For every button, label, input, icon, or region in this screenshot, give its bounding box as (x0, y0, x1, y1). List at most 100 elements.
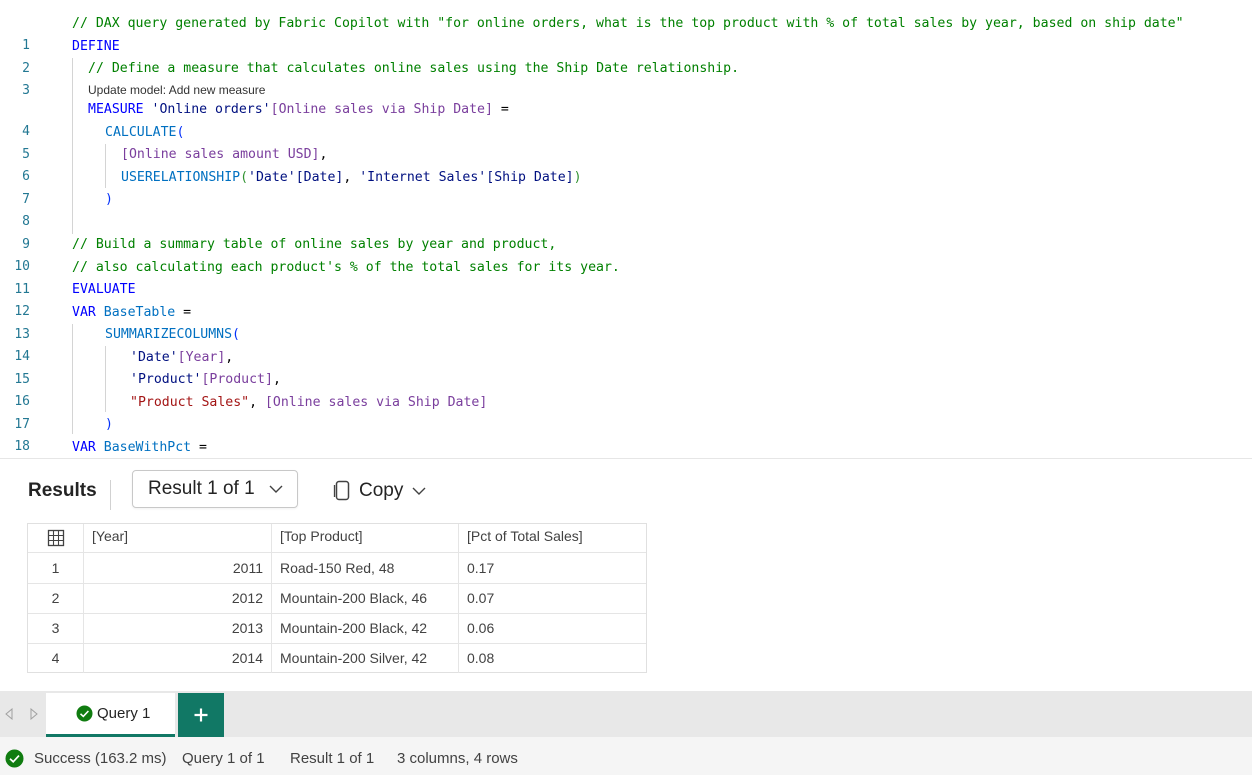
code-line: 4 MEASURE 'Online orders'[Online sales v… (0, 99, 1252, 139)
code-line: 10 // Build a summary table of online sa… (0, 234, 1252, 274)
paren: ( (176, 125, 185, 140)
query-tabs-bar: Query 1 (0, 691, 1252, 737)
keyword-evaluate: EVALUATE (72, 282, 136, 297)
code-comment: // DAX query generated by Fabric Copilot… (72, 16, 1184, 31)
results-grid[interactable]: [Year] [Top Product] [Pct of Total Sales… (27, 523, 647, 673)
comma: , (319, 147, 328, 162)
table-row[interactable]: 2 2012 Mountain-200 Black, 46 0.07 (28, 583, 646, 614)
code-line: 16 'Product'[Product], (0, 369, 1252, 409)
result-selector-dropdown[interactable]: Result 1 of 1 (132, 470, 298, 508)
keyword-measure: MEASURE (88, 102, 144, 117)
paren: ) (105, 417, 113, 432)
variable-name: BaseWithPct (95, 440, 192, 455)
comma: , (249, 395, 265, 410)
cell-top-product[interactable]: Mountain-200 Silver, 42 (272, 643, 459, 673)
function-name: CALCULATE (105, 125, 177, 140)
row-index: 1 (28, 553, 84, 583)
operator: = (191, 440, 207, 455)
cell-top-product[interactable]: Mountain-200 Black, 42 (272, 613, 459, 643)
table-row[interactable]: 1 2011 Road-150 Red, 48 0.17 (28, 553, 646, 584)
table-reference: 'Product' (130, 372, 202, 387)
table-row[interactable]: 4 2014 Mountain-200 Silver, 42 0.08 (28, 643, 646, 673)
cell-year[interactable]: 2011 (84, 553, 272, 583)
results-header: Results Result 1 of 1 Copy (0, 462, 1252, 522)
column-reference: [Date] (295, 170, 344, 185)
code-line: 14 SUMMARIZECOLUMNS( (0, 324, 1252, 364)
paren: ) (573, 170, 582, 185)
cell-pct[interactable]: 0.06 (459, 613, 646, 643)
paren: ( (232, 327, 240, 342)
status-success: Success (163.2 ms) (34, 750, 167, 767)
keyword-var: VAR (72, 440, 96, 455)
success-check-icon (76, 705, 93, 722)
comma: , (225, 350, 234, 365)
cell-year[interactable]: 2013 (84, 613, 272, 643)
table-row[interactable]: 3 2013 Mountain-200 Black, 42 0.06 (28, 613, 646, 644)
dax-query-editor[interactable]: 1 // DAX query generated by Fabric Copil… (0, 0, 1252, 459)
comma: , (343, 170, 360, 185)
cell-year[interactable]: 2014 (84, 643, 272, 673)
scroll-left-icon[interactable] (5, 707, 13, 725)
variable-name: BaseTable (95, 305, 176, 320)
operator: = (492, 102, 509, 117)
row-index: 2 (28, 583, 84, 613)
code-line: 17 "Product Sales", [Online sales via Sh… (0, 392, 1252, 432)
tab-label: Query 1 (97, 705, 151, 722)
paren: ) (105, 192, 113, 207)
comma: , (272, 372, 281, 387)
code-line: 2 DEFINE (0, 36, 1252, 76)
code-line: 5 CALCULATE( (0, 122, 1252, 162)
code-line: 8 ) (0, 189, 1252, 229)
operator: = (175, 305, 192, 320)
copy-icon (333, 480, 351, 502)
code-line: 6 [Online sales amount USD], (0, 144, 1252, 184)
cell-top-product[interactable]: Mountain-200 Black, 46 (272, 583, 459, 613)
code-comment: // Build a summary table of online sales… (72, 237, 557, 252)
paren: ( (240, 170, 249, 185)
column-header-top-product[interactable]: [Top Product] (272, 524, 459, 552)
tab-query-1[interactable]: Query 1 (46, 693, 175, 737)
cell-top-product[interactable]: Road-150 Red, 48 (272, 553, 459, 583)
copy-button[interactable]: Copy (333, 479, 426, 503)
cell-pct[interactable]: 0.07 (459, 583, 646, 613)
cell-year[interactable]: 2012 (84, 583, 272, 613)
add-query-button[interactable] (178, 693, 224, 737)
divider (110, 480, 111, 510)
measure-reference: [Online sales amount USD] (121, 147, 320, 162)
chevron-down-icon (412, 479, 426, 503)
cell-pct[interactable]: 0.08 (459, 643, 646, 673)
string-literal: "Product Sales" (130, 395, 250, 410)
scroll-right-icon[interactable] (30, 707, 38, 725)
code-line: 7 USERELATIONSHIP('Date'[Date], 'Interne… (0, 167, 1252, 207)
function-name: USERELATIONSHIP (121, 170, 241, 185)
table-reference: 'Date' (248, 170, 296, 185)
code-line: 11 // also calculating each product's % … (0, 257, 1252, 297)
code-line: 9 (0, 212, 1252, 252)
chevron-down-icon (269, 471, 283, 520)
status-bar: Success (163.2 ms) Query 1 of 1 Result 1… (0, 737, 1252, 775)
column-header-year[interactable]: [Year] (84, 524, 272, 552)
status-query-count: Query 1 of 1 (182, 750, 265, 767)
cell-pct[interactable]: 0.17 (459, 553, 646, 583)
table-icon[interactable] (28, 524, 84, 552)
table-reference: 'Date' (130, 350, 178, 365)
codelens-add-measure[interactable]: Update model: Add new measure (88, 82, 265, 98)
code-line: 19 VAR BaseWithPct = (0, 437, 1252, 458)
code-comment: // also calculating each product's % of … (72, 260, 620, 275)
code-line: 15 'Date'[Year], (0, 347, 1252, 387)
success-check-icon (5, 749, 24, 772)
measure-reference: [Online sales via Ship Date] (270, 102, 493, 117)
keyword-define: DEFINE (72, 39, 120, 54)
table-reference: 'Online orders' (151, 102, 271, 117)
column-header-pct[interactable]: [Pct of Total Sales] (459, 524, 646, 552)
code-comment: // Define a measure that calculates onli… (88, 61, 740, 76)
row-index: 4 (28, 643, 84, 673)
code-line: 12 EVALUATE (0, 279, 1252, 319)
function-name: SUMMARIZECOLUMNS (105, 327, 233, 342)
grid-header-row: [Year] [Top Product] [Pct of Total Sales… (28, 524, 646, 553)
status-dimensions: 3 columns, 4 rows (397, 750, 518, 767)
code-line: 3 // Define a measure that calculates on… (0, 58, 1252, 98)
column-reference: [Ship Date] (486, 170, 574, 185)
plus-icon (193, 707, 209, 723)
results-title: Results (28, 480, 97, 501)
